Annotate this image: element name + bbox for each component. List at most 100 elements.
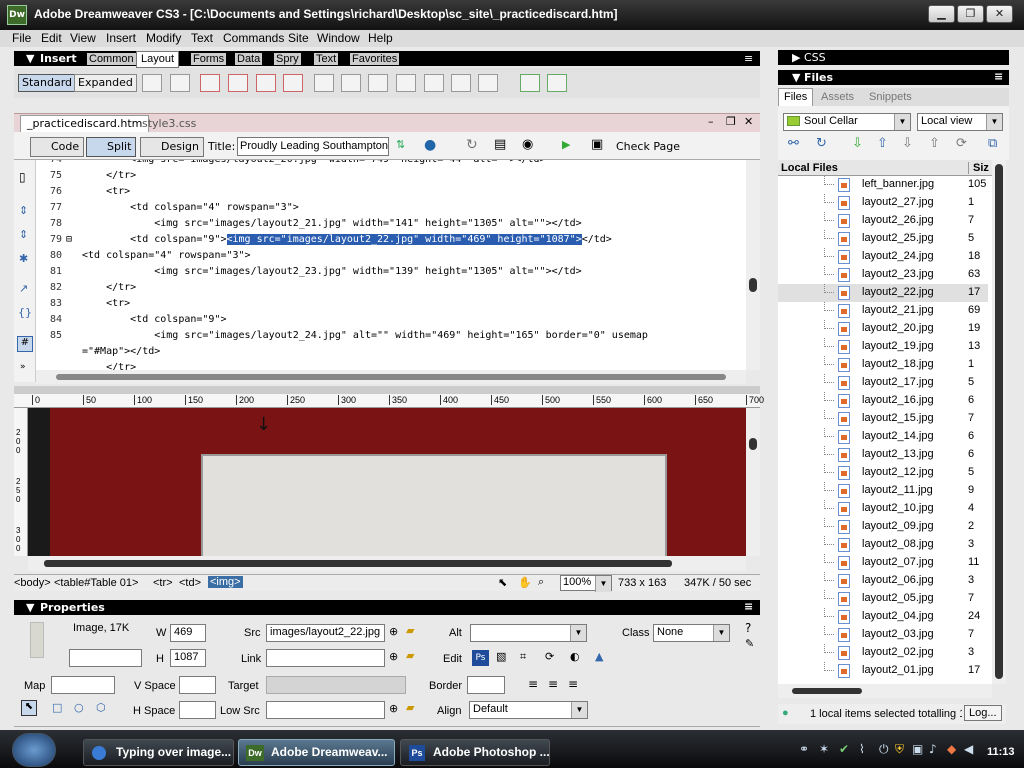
visual-aids-icon[interactable]: ◉ xyxy=(522,137,533,152)
zoom-select[interactable]: 100% xyxy=(560,575,612,592)
files-panel-header[interactable]: ▼ Files ≡ xyxy=(778,70,1009,85)
code-line[interactable]: 80 <td colspan="4" rowspan="3"> xyxy=(36,250,740,266)
table-icon[interactable] xyxy=(142,74,162,92)
code-hscroll-thumb[interactable] xyxy=(56,374,726,380)
code-line[interactable]: 81 <img src="images/layout2_23.jpg" widt… xyxy=(36,266,740,282)
code-scroll-thumb[interactable] xyxy=(749,278,757,292)
file-row[interactable]: layout2_05.jpg 7 xyxy=(778,590,988,608)
point-to-file-icon[interactable]: ⊕ xyxy=(389,625,398,638)
file-row[interactable]: layout2_15.jpg 7 xyxy=(778,410,988,428)
file-row[interactable]: layout2_19.jpg 13 xyxy=(778,338,988,356)
file-row[interactable]: layout2_18.jpg 1 xyxy=(778,356,988,374)
resample-icon[interactable]: ⟳ xyxy=(545,650,554,663)
design-scroll-thumb[interactable] xyxy=(749,438,757,450)
refresh-files-icon[interactable]: ↻ xyxy=(816,136,827,151)
circle-hotspot-icon[interactable]: ○ xyxy=(74,701,84,714)
select-tool-icon[interactable]: ⬉ xyxy=(498,576,507,589)
insert-column-left-icon[interactable] xyxy=(396,74,416,92)
start-button[interactable] xyxy=(12,733,56,767)
files-horizontal-scrollbar[interactable] xyxy=(778,684,992,698)
wireless-icon[interactable]: ⌇ xyxy=(859,742,865,756)
align-center-icon[interactable]: ≡ xyxy=(548,677,558,691)
code-view-button[interactable]: Code xyxy=(30,137,85,157)
tray-app-icon[interactable]: ✶ xyxy=(819,742,829,756)
frames-icon[interactable] xyxy=(478,74,498,92)
size-header[interactable]: Siz xyxy=(968,162,992,174)
code-line[interactable]: 78 <img src="images/layout2_21.jpg" widt… xyxy=(36,218,740,234)
document-minimize-icon[interactable]: – xyxy=(708,115,714,128)
table-view-icon[interactable] xyxy=(314,74,334,92)
file-row[interactable]: layout2_25.jpg 5 xyxy=(778,230,988,248)
refresh-icon[interactable]: ↻ xyxy=(466,137,478,153)
code-line[interactable]: 76 <tr> xyxy=(36,186,740,202)
menu-modify[interactable]: Modify xyxy=(146,31,181,45)
tab-text[interactable]: Text xyxy=(314,53,339,65)
hand-tool-icon[interactable]: ✋ xyxy=(518,576,532,589)
width-field[interactable]: 469 xyxy=(170,624,206,642)
taskbar-item-photoshop[interactable]: Ps Adobe Photoshop ... xyxy=(400,739,550,766)
file-row[interactable]: layout2_23.jpg 63 xyxy=(778,266,988,284)
iframe-icon[interactable] xyxy=(451,74,471,92)
design-view[interactable]: ↓ xyxy=(28,408,746,556)
file-row[interactable]: layout2_26.jpg 7 xyxy=(778,212,988,230)
sharpen-icon[interactable]: ▲ xyxy=(595,650,603,663)
minimize-button[interactable]: ▁ xyxy=(928,5,955,23)
file-row[interactable]: layout2_16.jpg 6 xyxy=(778,392,988,410)
map-field[interactable] xyxy=(51,676,115,694)
menu-edit[interactable]: Edit xyxy=(41,31,62,45)
antivirus-icon[interactable]: ◆ xyxy=(947,742,956,756)
open-documents-icon[interactable]: ▯ xyxy=(19,170,26,184)
panel-options-icon[interactable]: ≡ xyxy=(744,52,753,65)
check-page-button[interactable]: Check Page xyxy=(616,140,680,153)
file-row[interactable]: layout2_14.jpg 6 xyxy=(778,428,988,446)
vspace-field[interactable] xyxy=(179,676,216,694)
volume-icon[interactable]: ♪ xyxy=(929,742,937,756)
browse-folder-icon-link[interactable]: ▰ xyxy=(406,649,414,662)
tab-forms[interactable]: Forms xyxy=(191,53,227,65)
window-size[interactable]: 733 x 163 xyxy=(618,577,666,589)
src-field[interactable]: images/layout2_22.jpg xyxy=(266,624,385,642)
alt-field[interactable] xyxy=(470,624,587,642)
power-icon[interactable]: ⏻ xyxy=(879,742,889,757)
select-parent-tag-icon[interactable]: ↗ xyxy=(19,282,28,295)
file-row[interactable]: layout2_01.jpg 17 xyxy=(778,662,988,680)
validate-markup-icon[interactable]: ▶ xyxy=(562,138,570,151)
tray-check-icon[interactable]: ✔ xyxy=(839,742,849,756)
document-title-input[interactable]: Proudly Leading Southamptons xyxy=(237,137,389,156)
more-tools-icon[interactable]: » xyxy=(20,362,26,372)
network-icon[interactable]: ⚭ xyxy=(799,742,809,756)
restore-button[interactable]: ❐ xyxy=(957,5,984,23)
code-line[interactable]: 82 </tr> xyxy=(36,282,740,298)
menu-window[interactable]: Window xyxy=(317,31,360,45)
tab-practicediscard[interactable]: _practicediscard.htm xyxy=(20,115,150,133)
tab-snippets[interactable]: Snippets xyxy=(869,91,912,103)
tag-tr[interactable]: <tr> xyxy=(153,577,173,589)
security-shield-icon[interactable]: ⛨ xyxy=(895,742,904,757)
code-line[interactable]: 74 <img src="images/layout2_20.jpg" widt… xyxy=(36,160,740,170)
expanded-mode-button[interactable]: Expanded xyxy=(74,74,137,92)
speaker-icon[interactable]: ◀ xyxy=(964,742,973,756)
file-row[interactable]: layout2_10.jpg 4 xyxy=(778,500,988,518)
edit-photoshop-icon[interactable]: Ps xyxy=(472,650,489,666)
menu-file[interactable]: File xyxy=(12,31,31,45)
collapse-selection-icon[interactable]: ⇕ xyxy=(19,228,28,241)
align-right-icon[interactable]: ≡ xyxy=(568,677,578,691)
standard-mode-button[interactable]: Standard xyxy=(18,74,77,92)
design-hscroll-thumb[interactable] xyxy=(44,560,672,567)
check-in-icon[interactable]: ⇧ xyxy=(929,136,940,151)
insert-row-above-icon[interactable] xyxy=(341,74,361,92)
browse-folder-icon-lowsrc[interactable]: ▰ xyxy=(406,701,414,714)
tab-spry[interactable]: Spry xyxy=(274,53,301,65)
menu-insert[interactable]: Insert xyxy=(106,31,136,45)
design-view-button[interactable]: Design xyxy=(140,137,204,157)
css-panel-header[interactable]: ▶ CSS xyxy=(778,50,1009,65)
code-line[interactable]: 79 ⊟ <td colspan="9"><img src="images/lay… xyxy=(36,234,740,250)
file-row[interactable]: layout2_09.jpg 2 xyxy=(778,518,988,536)
view-select[interactable]: Local view xyxy=(917,113,1003,131)
lowsrc-field[interactable] xyxy=(266,701,385,719)
get-files-icon[interactable]: ⇩ xyxy=(852,136,863,151)
properties-header[interactable]: ▼ Properties ≡ xyxy=(14,600,760,615)
code-line[interactable]: 83 <tr> xyxy=(36,298,740,314)
point-to-file-icon-lowsrc[interactable]: ⊕ xyxy=(389,702,398,715)
insert-row-below-icon[interactable] xyxy=(368,74,388,92)
